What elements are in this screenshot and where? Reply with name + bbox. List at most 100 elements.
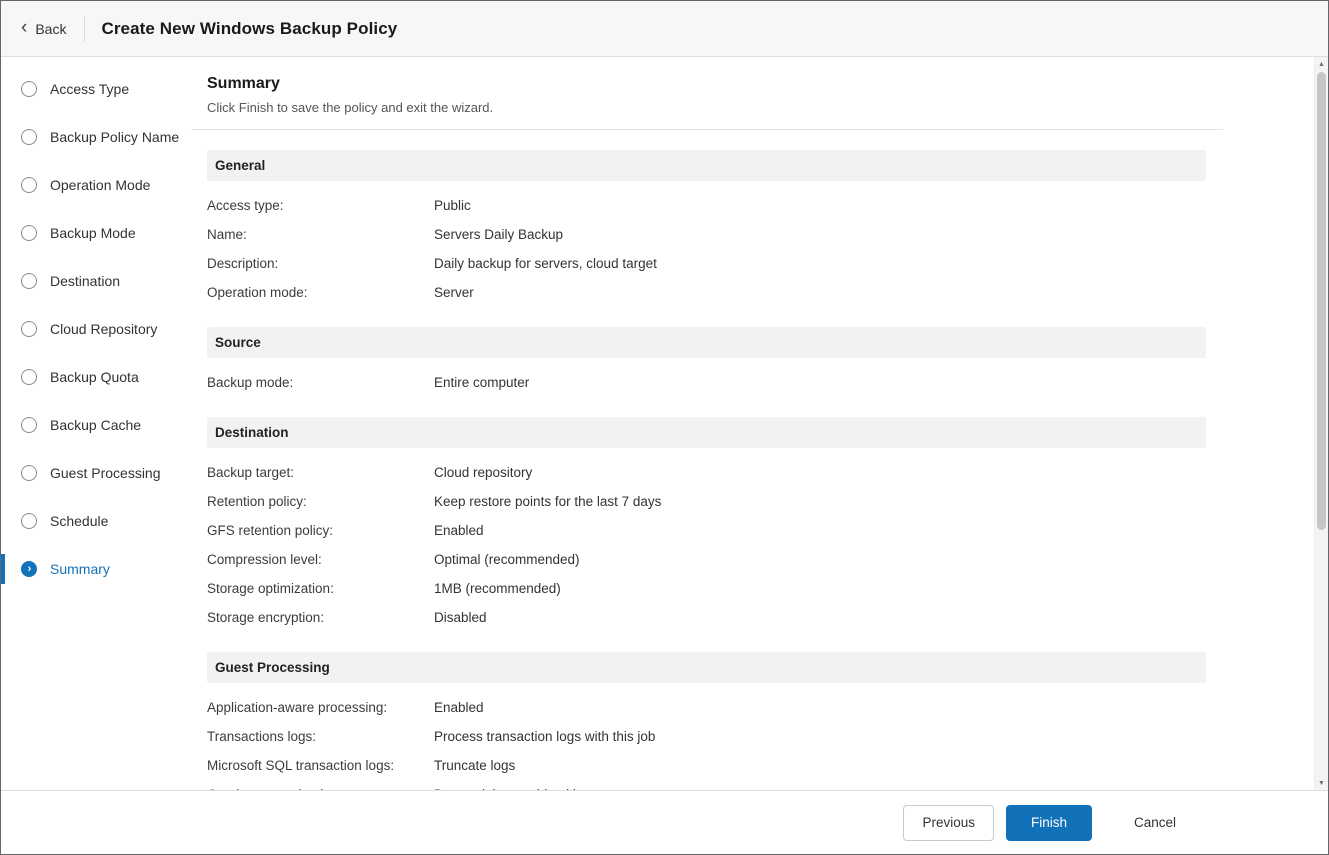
summary-row-storage-encryption: Storage encryption:Disabled bbox=[207, 603, 1206, 632]
row-label: Microsoft SQL transaction logs: bbox=[207, 758, 434, 773]
row-label: Oracle transaction logs: bbox=[207, 787, 434, 790]
section-header-general: General bbox=[207, 150, 1206, 181]
sidebar-step-backup-cache[interactable]: Backup Cache bbox=[1, 401, 191, 449]
active-step-icon: › bbox=[21, 561, 37, 577]
row-label: Backup target: bbox=[207, 465, 434, 480]
scroll-down-icon[interactable]: ▼ bbox=[1315, 776, 1328, 790]
scrollbar-thumb[interactable] bbox=[1317, 72, 1326, 530]
row-value: 1MB (recommended) bbox=[434, 581, 1206, 596]
step-circle-icon bbox=[21, 465, 37, 481]
row-value: Truncate logs bbox=[434, 758, 1206, 773]
row-value: Daily backup for servers, cloud target bbox=[434, 256, 1206, 271]
step-label: Backup Policy Name bbox=[50, 129, 179, 145]
section-header-destination: Destination bbox=[207, 417, 1206, 448]
row-value: Servers Daily Backup bbox=[434, 227, 1206, 242]
vertical-scrollbar[interactable]: ▲ ▼ bbox=[1314, 57, 1328, 790]
row-value: Cloud repository bbox=[434, 465, 1206, 480]
footer: Previous Finish Cancel bbox=[1, 790, 1328, 854]
row-label: Retention policy: bbox=[207, 494, 434, 509]
row-label: Name: bbox=[207, 227, 434, 242]
step-title: Summary bbox=[207, 75, 1207, 93]
sidebar-step-summary[interactable]: › Summary bbox=[1, 545, 191, 593]
step-circle-icon bbox=[21, 129, 37, 145]
step-label: Backup Quota bbox=[50, 369, 139, 385]
row-value: Disabled bbox=[434, 610, 1206, 625]
sidebar-step-operation-mode[interactable]: Operation Mode bbox=[1, 161, 191, 209]
finish-button[interactable]: Finish bbox=[1006, 805, 1092, 841]
step-circle-icon bbox=[21, 273, 37, 289]
sidebar-step-access-type[interactable]: Access Type bbox=[1, 65, 191, 113]
summary-row-application-aware-processing: Application-aware processing:Enabled bbox=[207, 693, 1206, 722]
step-circle-icon bbox=[21, 417, 37, 433]
row-value: Enabled bbox=[434, 700, 1206, 715]
step-label: Backup Mode bbox=[50, 225, 136, 241]
row-label: Description: bbox=[207, 256, 434, 271]
step-label: Schedule bbox=[50, 513, 108, 529]
summary-row-operation-mode: Operation mode:Server bbox=[207, 278, 1206, 307]
summary-row-microsoft-sql-transaction-logs: Microsoft SQL transaction logs:Truncate … bbox=[207, 751, 1206, 780]
row-value: Optimal (recommended) bbox=[434, 552, 1206, 567]
step-subtitle: Click Finish to save the policy and exit… bbox=[207, 100, 1207, 115]
summary-row-retention-policy: Retention policy:Keep restore points for… bbox=[207, 487, 1206, 516]
header: ‹ Back Create New Windows Backup Policy bbox=[1, 1, 1328, 57]
row-value: Entire computer bbox=[434, 375, 1206, 390]
row-label: GFS retention policy: bbox=[207, 523, 434, 538]
summary-sections: GeneralAccess type:PublicName:Servers Da… bbox=[191, 130, 1223, 790]
row-label: Compression level: bbox=[207, 552, 434, 567]
sidebar-step-schedule[interactable]: Schedule bbox=[1, 497, 191, 545]
summary-row-name: Name:Servers Daily Backup bbox=[207, 220, 1206, 249]
sidebar-step-backup-quota[interactable]: Backup Quota bbox=[1, 353, 191, 401]
step-label: Summary bbox=[50, 561, 110, 577]
row-value: Process transaction logs with this job bbox=[434, 729, 1206, 744]
step-circle-icon bbox=[21, 513, 37, 529]
cancel-button[interactable]: Cancel bbox=[1112, 805, 1198, 841]
row-label: Storage optimization: bbox=[207, 581, 434, 596]
summary-panel: Summary Click Finish to save the policy … bbox=[191, 57, 1223, 790]
summary-row-backup-mode: Backup mode:Entire computer bbox=[207, 368, 1206, 397]
step-circle-icon bbox=[21, 369, 37, 385]
step-label: Cloud Repository bbox=[50, 321, 157, 337]
wizard-steps: Access Type Backup Policy Name Operation M… bbox=[1, 57, 191, 790]
wizard-body: Access Type Backup Policy Name Operation M… bbox=[1, 57, 1328, 790]
step-label: Access Type bbox=[50, 81, 129, 97]
step-circle-icon bbox=[21, 225, 37, 241]
back-label: Back bbox=[35, 21, 66, 37]
step-label: Backup Cache bbox=[50, 417, 141, 433]
row-label: Transactions logs: bbox=[207, 729, 434, 744]
sidebar-step-backup-mode[interactable]: Backup Mode bbox=[1, 209, 191, 257]
row-label: Operation mode: bbox=[207, 285, 434, 300]
previous-button[interactable]: Previous bbox=[903, 805, 994, 841]
row-label: Application-aware processing: bbox=[207, 700, 434, 715]
chevron-left-icon: ‹ bbox=[21, 18, 27, 37]
back-button[interactable]: ‹ Back bbox=[19, 15, 68, 42]
wizard-window: ‹ Back Create New Windows Backup Policy … bbox=[0, 0, 1329, 855]
summary-row-compression-level: Compression level:Optimal (recommended) bbox=[207, 545, 1206, 574]
sidebar-step-cloud-repository[interactable]: Cloud Repository bbox=[1, 305, 191, 353]
step-label: Guest Processing bbox=[50, 465, 161, 481]
summary-row-backup-target: Backup target:Cloud repository bbox=[207, 458, 1206, 487]
step-label: Destination bbox=[50, 273, 120, 289]
step-label: Operation Mode bbox=[50, 177, 150, 193]
sidebar-step-backup-policy-name[interactable]: Backup Policy Name bbox=[1, 113, 191, 161]
summary-row-storage-optimization: Storage optimization:1MB (recommended) bbox=[207, 574, 1206, 603]
header-divider bbox=[84, 16, 85, 42]
step-circle-icon bbox=[21, 177, 37, 193]
row-value: Do not delete archived logs bbox=[434, 787, 1206, 790]
summary-row-gfs-retention-policy: GFS retention policy:Enabled bbox=[207, 516, 1206, 545]
row-value: Public bbox=[434, 198, 1206, 213]
row-label: Storage encryption: bbox=[207, 610, 434, 625]
summary-row-description: Description:Daily backup for servers, cl… bbox=[207, 249, 1206, 278]
step-header: Summary Click Finish to save the policy … bbox=[191, 57, 1223, 130]
section-header-source: Source bbox=[207, 327, 1206, 358]
summary-row-access-type: Access type:Public bbox=[207, 191, 1206, 220]
row-value: Server bbox=[434, 285, 1206, 300]
step-circle-icon bbox=[21, 321, 37, 337]
row-label: Backup mode: bbox=[207, 375, 434, 390]
scroll-up-icon[interactable]: ▲ bbox=[1315, 57, 1328, 71]
summary-row-oracle-transaction-logs: Oracle transaction logs:Do not delete ar… bbox=[207, 780, 1206, 790]
row-label: Access type: bbox=[207, 198, 434, 213]
sidebar-step-guest-processing[interactable]: Guest Processing bbox=[1, 449, 191, 497]
sidebar-step-destination[interactable]: Destination bbox=[1, 257, 191, 305]
summary-row-transactions-logs: Transactions logs:Process transaction lo… bbox=[207, 722, 1206, 751]
page-title: Create New Windows Backup Policy bbox=[101, 19, 397, 39]
